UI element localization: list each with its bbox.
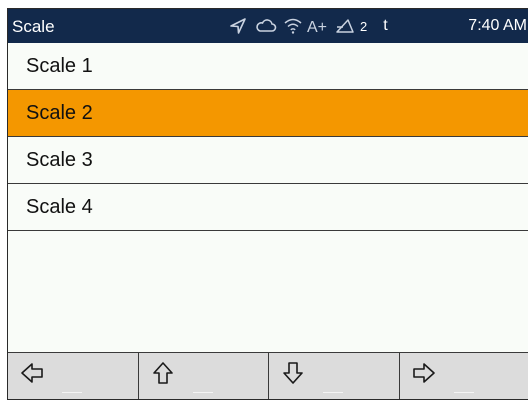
softkey-up-button[interactable] [138, 353, 269, 399]
svg-text:A+: A+ [307, 19, 327, 35]
softkey-right-button[interactable] [399, 353, 528, 399]
arrow-left-icon [21, 363, 43, 383]
softkey-underline [323, 392, 343, 393]
list-item-scale-4[interactable]: Scale 4 [8, 184, 528, 231]
list-item-scale-3[interactable]: Scale 3 [8, 137, 528, 184]
arrow-down-icon [283, 362, 303, 384]
softkey-underline [192, 392, 213, 393]
softkey-left-button[interactable] [8, 353, 139, 399]
softkey-bar [8, 352, 528, 399]
signal-triangle-icon [335, 17, 357, 35]
status-time: 7:40 AM [468, 17, 527, 34]
a-plus-icon: A+ [307, 17, 335, 35]
t-indicator: t [383, 17, 388, 34]
list-item-label: Scale 4 [26, 196, 93, 218]
wifi-icon [283, 17, 307, 35]
signal-count: 2 [360, 18, 368, 34]
arrow-right-icon [412, 363, 435, 383]
status-title: Scale [12, 17, 55, 36]
list-item-label: Scale 2 [26, 102, 93, 124]
softkey-down-button[interactable] [269, 353, 400, 399]
status-bar: Scale A+ 2 t 7:40 AM [8, 9, 528, 43]
scale-list: Scale 1 Scale 2 Scale 3 Scale 4 [8, 43, 528, 231]
arrow-up-icon [152, 362, 173, 384]
list-item-scale-2[interactable]: Scale 2 [8, 90, 528, 137]
softkey-underline [453, 392, 474, 393]
scale-screen: Scale A+ 2 t 7:40 AM Scale 1 Scale 2 Sca… [7, 8, 528, 400]
status-icons: A+ 2 t [229, 13, 388, 39]
cloud-icon [255, 17, 283, 35]
list-item-label: Scale 1 [26, 55, 93, 77]
softkey-underline [62, 392, 82, 393]
list-item-scale-1[interactable]: Scale 1 [8, 43, 528, 90]
list-item-label: Scale 3 [26, 149, 93, 171]
send-icon [229, 17, 255, 35]
